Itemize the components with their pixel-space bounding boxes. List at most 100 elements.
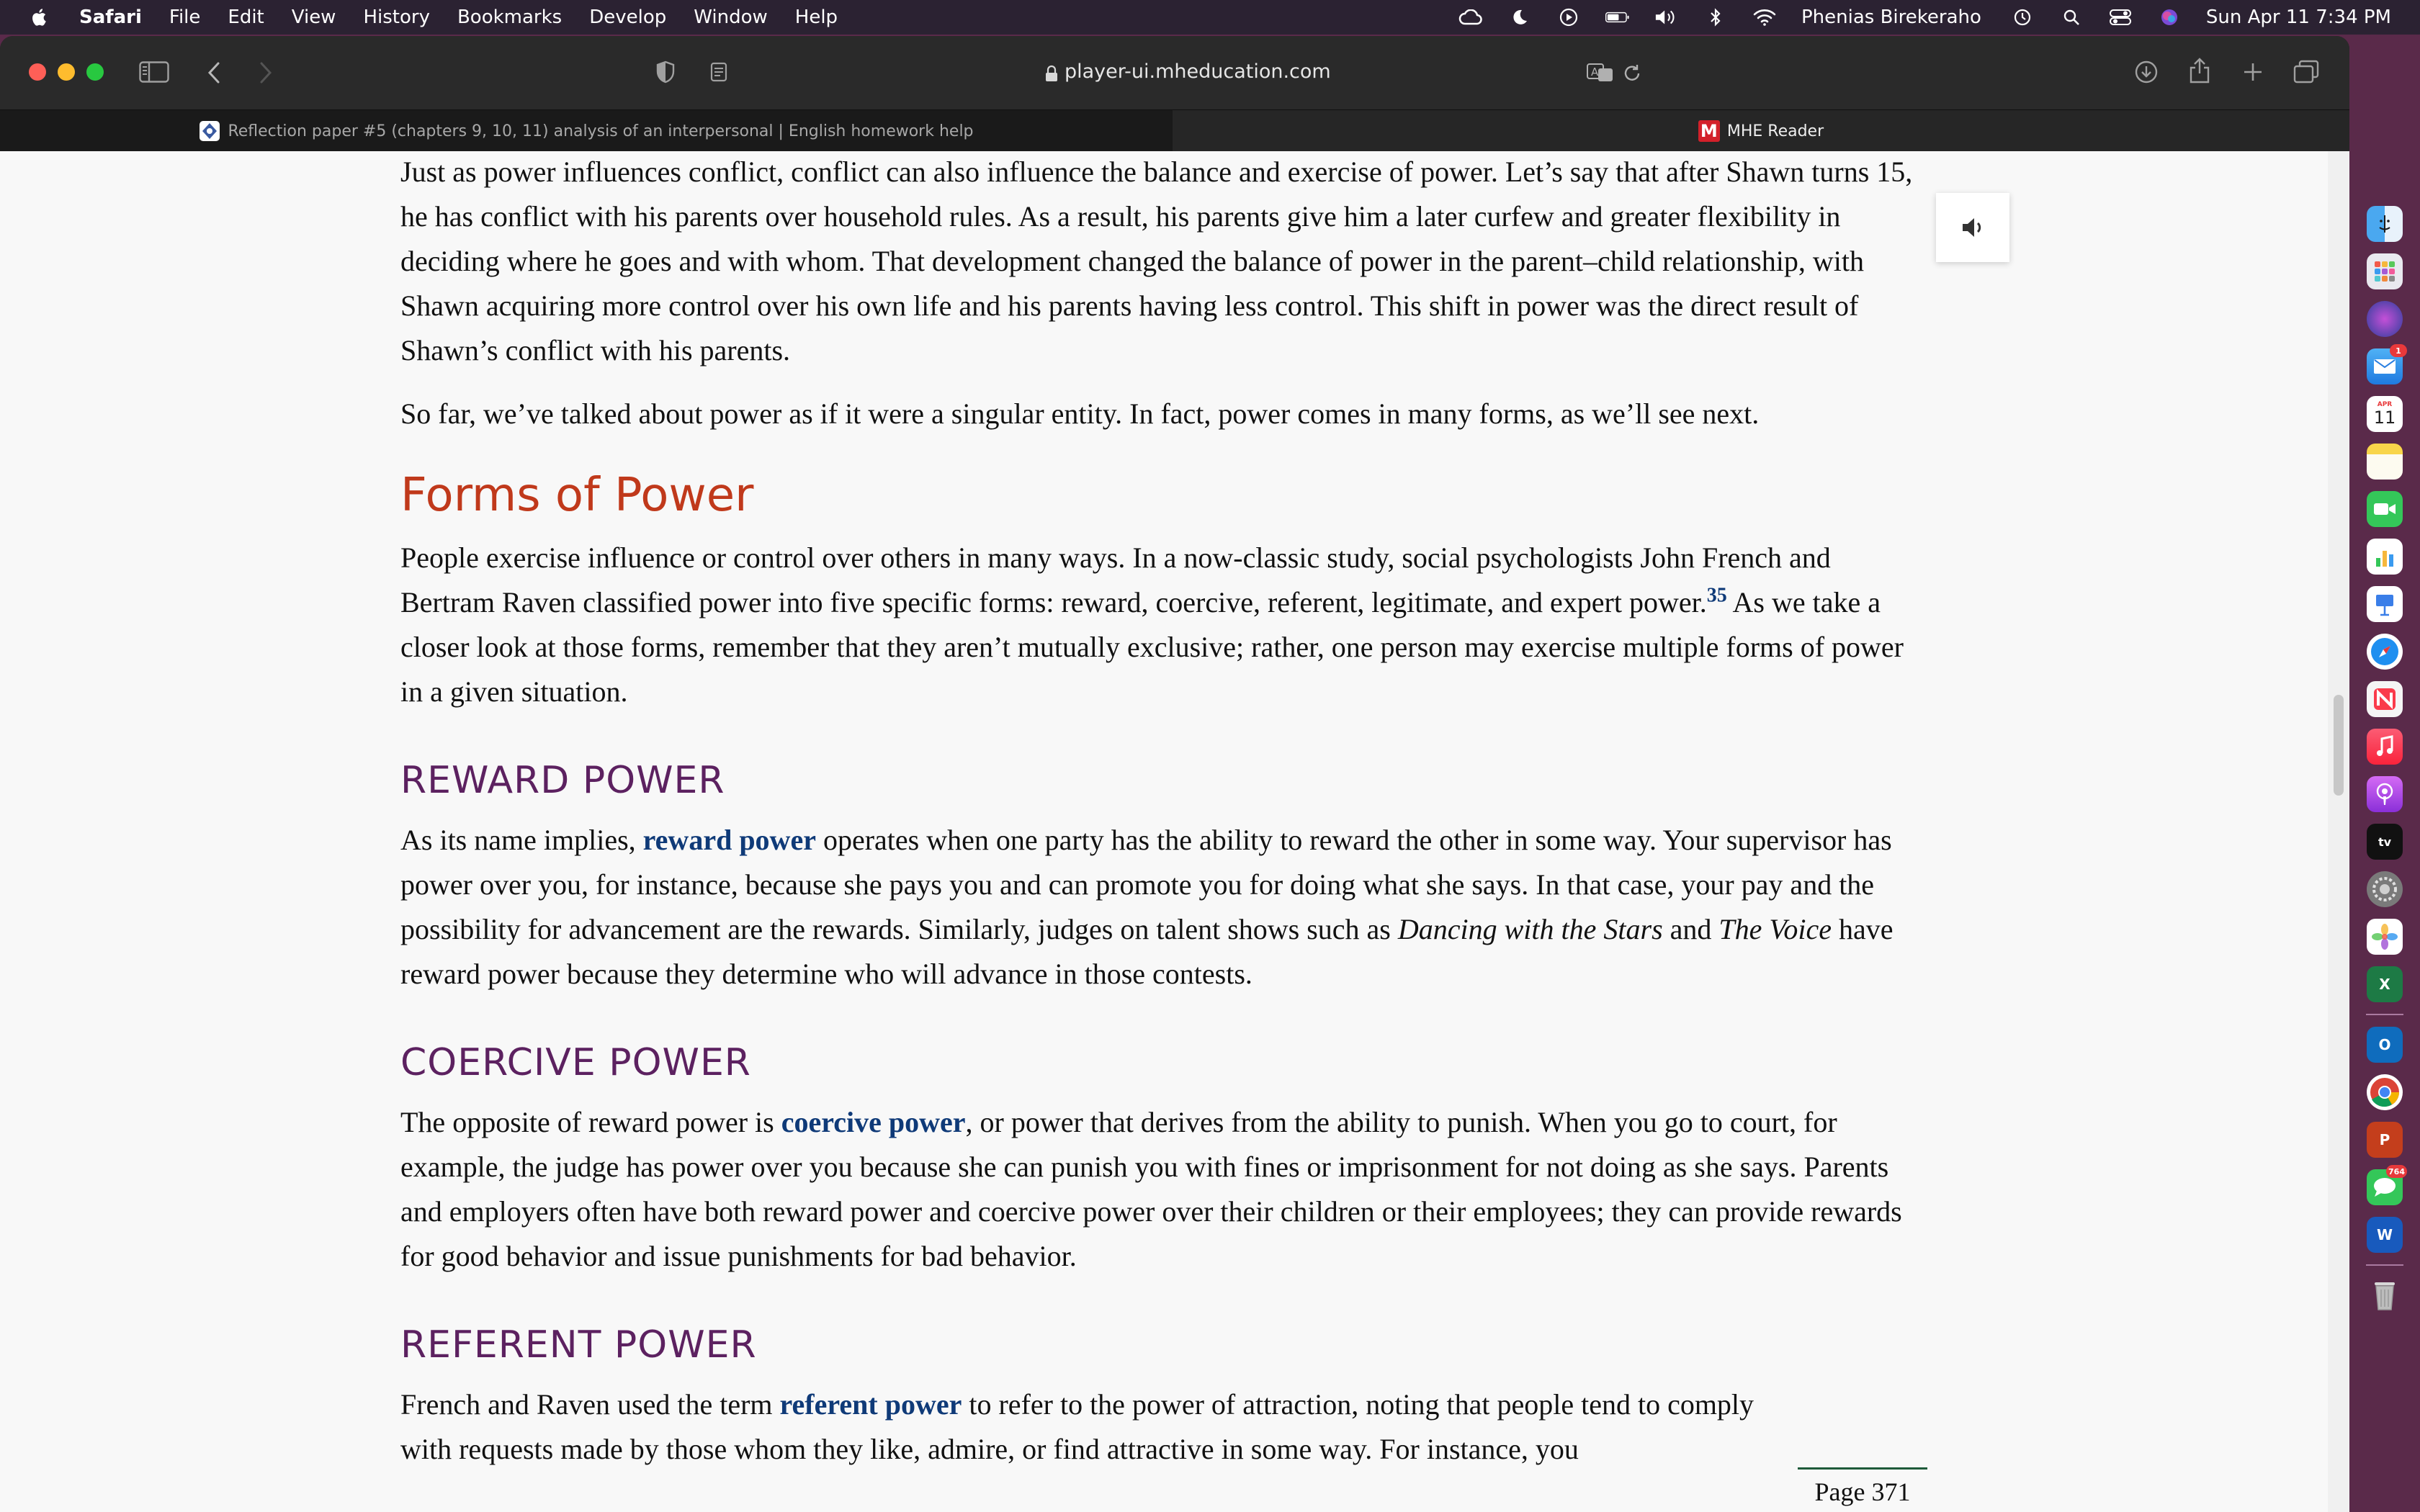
messages-icon[interactable]: 764 xyxy=(2367,1165,2407,1205)
downloads-icon[interactable] xyxy=(2133,59,2159,85)
powerpoint-letter: P xyxy=(2379,1131,2390,1148)
music-icon[interactable] xyxy=(2367,729,2403,765)
privacy-shield-icon[interactable] xyxy=(653,59,678,85)
wifi-icon[interactable] xyxy=(1752,7,1777,27)
new-tab-icon[interactable] xyxy=(2240,59,2266,85)
mail-icon[interactable]: 1 xyxy=(2367,344,2407,384)
tab-bar: Reflection paper #5 (chapters 9, 10, 11)… xyxy=(0,109,2349,152)
launchpad-icon[interactable] xyxy=(2367,253,2403,289)
siri-icon[interactable] xyxy=(2157,7,2182,27)
clock-datetime[interactable]: Sun Apr 11 7:34 PM xyxy=(2206,6,2391,28)
tab-reflection-paper[interactable]: Reflection paper #5 (chapters 9, 10, 11)… xyxy=(0,110,1173,152)
apple-tv-icon[interactable]: tv xyxy=(2367,824,2403,860)
menu-window[interactable]: Window xyxy=(694,6,768,28)
paragraph-singular-entity-text: So far, we’ve talked about power as if i… xyxy=(400,397,1760,430)
dock: 1 APR 11 tv X O P 764 W xyxy=(2349,194,2420,1346)
volume-icon[interactable] xyxy=(1654,7,1679,27)
photos-icon[interactable] xyxy=(2367,919,2403,955)
sidebar-toggle-icon[interactable] xyxy=(138,59,170,85)
term-referent-power[interactable]: referent power xyxy=(780,1388,962,1421)
read-aloud-button[interactable] xyxy=(1936,193,2009,262)
close-window-button[interactable] xyxy=(29,63,46,81)
notes-icon[interactable] xyxy=(2367,444,2403,480)
menu-help[interactable]: Help xyxy=(795,6,838,28)
moon-icon[interactable] xyxy=(1507,7,1532,27)
finder-icon[interactable] xyxy=(2367,206,2403,242)
user-name[interactable]: Phenias Birekeraho xyxy=(1801,6,1981,28)
tab-mhe-reader[interactable]: M MHE Reader xyxy=(1173,110,2349,152)
address-bar-url[interactable]: player-ui.mheducation.com xyxy=(1065,60,1331,83)
paragraph-reward-power: As its name implies, reward power operat… xyxy=(400,818,1927,996)
excel-icon[interactable]: X xyxy=(2367,966,2403,1002)
share-icon[interactable] xyxy=(2187,56,2213,85)
back-button[interactable] xyxy=(202,60,226,85)
reward-text-a: As its name implies, xyxy=(400,824,643,856)
trash-icon[interactable] xyxy=(2367,1277,2403,1313)
battery-icon[interactable] xyxy=(1605,7,1630,27)
article-body: Just as power influences conflict, confl… xyxy=(400,151,1927,1472)
news-icon[interactable] xyxy=(2367,681,2403,717)
safari-dock-icon[interactable] xyxy=(2367,634,2403,670)
page-number-marker: Page 371 xyxy=(1798,1467,1927,1512)
heading-coercive-power: COERCIVE POWER xyxy=(400,1041,751,1084)
paragraph-coercive-power: The opposite of reward power is coercive… xyxy=(400,1100,1927,1279)
translate-icon[interactable]: A xyxy=(1586,60,1615,85)
system-preferences-icon[interactable] xyxy=(2367,871,2403,907)
numbers-icon[interactable] xyxy=(2367,539,2403,575)
facetime-icon[interactable] xyxy=(2367,491,2403,527)
term-reward-power[interactable]: reward power xyxy=(643,824,816,856)
play-circle-icon[interactable] xyxy=(1556,7,1581,27)
referent-text-a: French and Raven used the term xyxy=(400,1388,780,1421)
coercive-text-a: The opposite of reward power is xyxy=(400,1106,781,1138)
messages-badge: 764 xyxy=(2386,1165,2407,1178)
chrome-icon[interactable] xyxy=(2367,1074,2403,1110)
apple-icon[interactable] xyxy=(29,6,50,28)
reader-content[interactable]: Just as power influences conflict, confl… xyxy=(0,151,2328,1512)
creative-cloud-icon[interactable] xyxy=(1458,7,1483,27)
minimize-window-button[interactable] xyxy=(58,63,75,81)
menu-edit[interactable]: Edit xyxy=(228,6,264,28)
paragraph-power-conflict-text: Just as power influences conflict, confl… xyxy=(400,156,1913,366)
page-scrollbar[interactable] xyxy=(2328,151,2349,1512)
paragraph-power-conflict: Just as power influences conflict, confl… xyxy=(400,151,1927,373)
tab-reflection-paper-title: Reflection paper #5 (chapters 9, 10, 11)… xyxy=(228,122,974,140)
menu-develop[interactable]: Develop xyxy=(589,6,666,28)
spotlight-search-icon[interactable] xyxy=(2059,7,2084,27)
heading-forms-of-power: Forms of Power xyxy=(400,469,754,522)
heading-reward-power: REWARD POWER xyxy=(400,759,725,802)
menu-bookmarks[interactable]: Bookmarks xyxy=(457,6,562,28)
footnote-35-link[interactable]: 35 xyxy=(1707,585,1727,607)
time-machine-icon[interactable] xyxy=(2010,7,2035,27)
dock-separator-2 xyxy=(2366,1264,2403,1266)
excel-letter: X xyxy=(2379,976,2390,993)
powerpoint-icon[interactable]: P xyxy=(2367,1122,2403,1158)
site-favicon-icon xyxy=(200,121,220,141)
word-icon[interactable]: W xyxy=(2367,1217,2403,1253)
podcasts-icon[interactable] xyxy=(2367,776,2403,812)
menu-history[interactable]: History xyxy=(363,6,430,28)
zoom-window-button[interactable] xyxy=(86,63,104,81)
heading-referent-power: REFERENT POWER xyxy=(400,1323,757,1367)
menu-view[interactable]: View xyxy=(292,6,336,28)
menu-app-safari[interactable]: Safari xyxy=(79,6,142,28)
control-center-icon[interactable] xyxy=(2108,7,2133,27)
reader-mode-icon[interactable] xyxy=(707,60,730,84)
paragraph-forms-intro: People exercise influence or control ove… xyxy=(400,536,1927,714)
calendar-icon[interactable]: APR 11 xyxy=(2367,396,2403,432)
browser-toolbar: player-ui.mheducation.com A xyxy=(0,36,2349,109)
siri-dock-icon[interactable] xyxy=(2367,301,2403,337)
menu-bar: Safari File Edit View History Bookmarks … xyxy=(0,0,2420,35)
mhe-favicon-icon: M xyxy=(1698,120,1720,142)
apple-tv-label: tv xyxy=(2378,834,2392,849)
scrollbar-thumb[interactable] xyxy=(2334,695,2344,796)
forward-button[interactable] xyxy=(254,60,278,85)
term-coercive-power[interactable]: coercive power xyxy=(781,1106,966,1138)
menu-file[interactable]: File xyxy=(169,6,201,28)
bluetooth-icon[interactable] xyxy=(1703,7,1728,27)
outlook-icon[interactable]: O xyxy=(2367,1027,2403,1063)
tab-overview-icon[interactable] xyxy=(2292,59,2321,85)
show-dancing-with-the-stars: Dancing with the Stars xyxy=(1397,913,1663,945)
lock-icon xyxy=(1043,63,1060,84)
reload-icon[interactable] xyxy=(1621,62,1644,85)
keynote-icon[interactable] xyxy=(2367,586,2403,622)
